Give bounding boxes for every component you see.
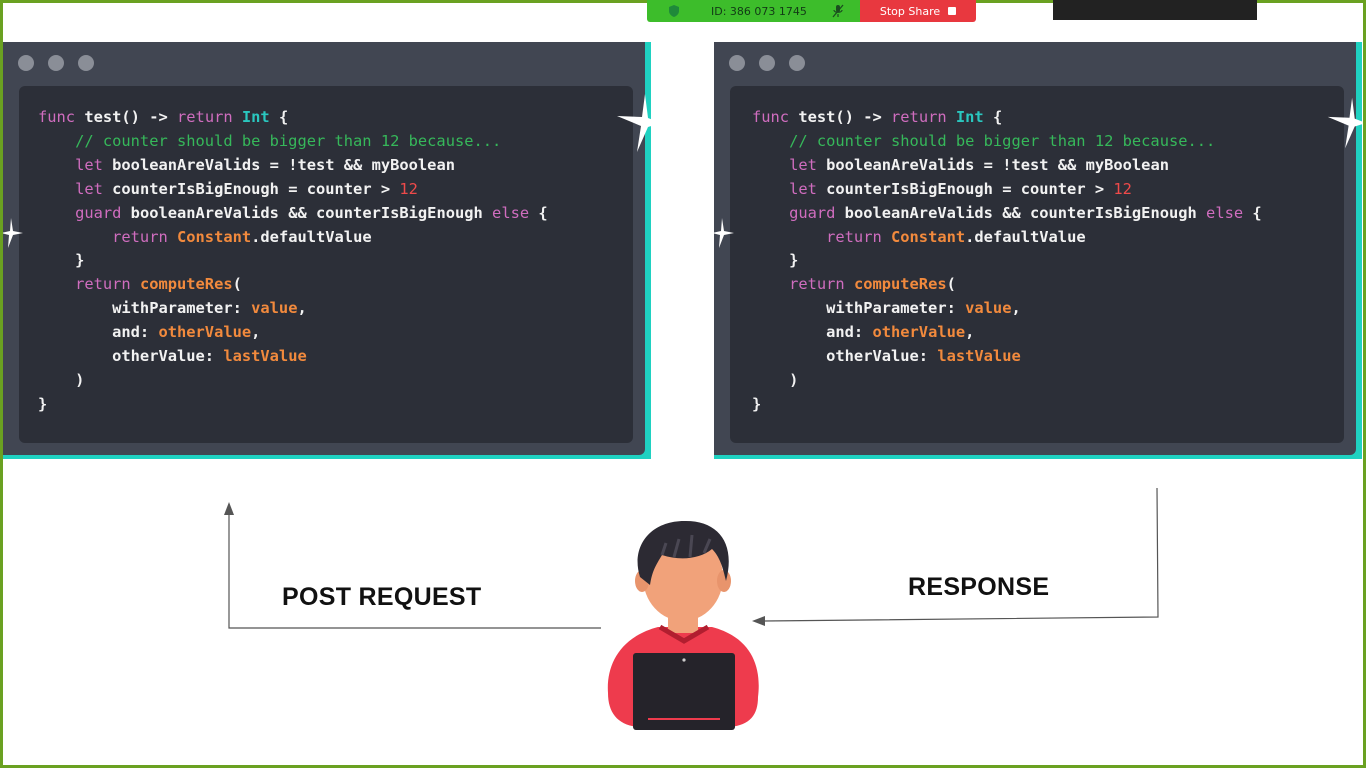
microphone-muted-icon[interactable] <box>831 4 845 18</box>
response-arrow <box>752 487 1159 626</box>
shield-icon <box>669 5 679 17</box>
response-label: RESPONSE <box>908 573 1050 601</box>
screen-share-toolbar: ID: 386 073 1745 Stop Share <box>647 0 976 22</box>
stop-share-label: Stop Share <box>879 4 941 18</box>
developer-illustration <box>607 520 759 730</box>
meeting-info-bar[interactable]: ID: 386 073 1745 <box>647 0 860 22</box>
stop-square-icon <box>948 7 957 15</box>
post-request-label: POST REQUEST <box>282 583 482 611</box>
stop-share-button[interactable]: Stop Share <box>860 0 976 22</box>
meeting-id: ID: 386 073 1745 <box>711 4 807 18</box>
top-black-bar <box>1053 0 1257 20</box>
